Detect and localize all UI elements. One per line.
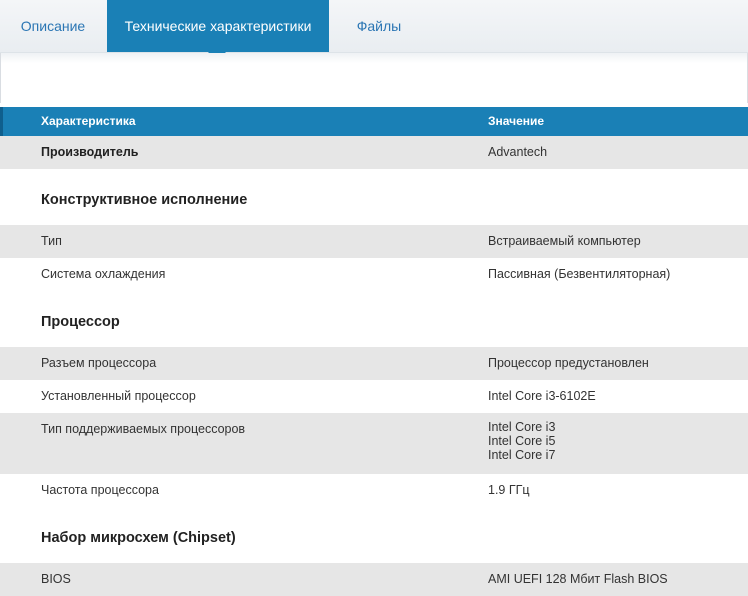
row-value: Пассивная (Безвентиляторная) [488,267,671,281]
row-value: Встраиваемый компьютер [488,234,641,248]
row-label: Частота процессора [41,483,159,497]
row-label: Установленный процессор [41,389,196,403]
table-row: Тип Встраиваемый компьютер [0,225,748,258]
table-row: Тип поддерживаемых процессоров Intel Cor… [0,413,748,474]
table-row: Система охлаждения Пассивная (Безвентиля… [0,258,748,291]
table-row: Производитель Advantech [0,136,748,169]
header-characteristic: Характеристика [41,114,136,128]
specs-table-header: Характеристика Значение [0,107,748,136]
section-heading: Процессор [0,291,748,347]
section-title: Набор микросхем (Chipset) [41,530,236,546]
section-heading: Конструктивное исполнение [0,169,748,225]
table-row: Установленный процессор Intel Core i3-61… [0,380,748,413]
section-title: Процессор [41,314,120,330]
section-title: Конструктивное исполнение [41,192,248,208]
row-value: Intel Core i3 [488,420,556,434]
tab-description[interactable]: Описание [0,0,106,52]
row-label: Система охлаждения [41,267,166,281]
row-value: Advantech [488,145,548,159]
table-row: Разъем процессора Процессор предустановл… [0,347,748,380]
specs-table: Характеристика Значение Производитель Ad… [0,107,748,596]
panel-left-border [0,53,1,103]
row-value: Intel Core i7 [488,448,556,462]
row-value: AMI UEFI 128 Мбит Flash BIOS [488,572,668,586]
table-row: BIOS AMI UEFI 128 Мбит Flash BIOS [0,563,748,596]
row-label: Производитель [41,145,139,159]
row-value-list: Intel Core i3 Intel Core i5 Intel Core i… [488,420,555,462]
table-row: Частота процессора 1.9 ГГц [0,474,748,507]
tab-bar: Описание Технические характеристики Файл… [0,0,748,53]
header-value: Значение [488,114,545,128]
tab-specifications[interactable]: Технические характеристики [107,0,329,52]
row-value: Intel Core i5 [488,434,556,448]
row-label: BIOS [41,572,71,586]
row-label: Тип [41,234,62,248]
row-value: 1.9 ГГц [488,483,530,497]
row-value: Intel Core i3-6102E [488,389,596,403]
tab-files[interactable]: Файлы [329,0,429,52]
row-label: Тип поддерживаемых процессоров [41,422,246,436]
tab-panel-top [0,53,748,63]
row-value: Процессор предустановлен [488,356,649,370]
row-label: Разъем процессора [41,356,157,370]
section-heading: Набор микросхем (Chipset) [0,507,748,563]
